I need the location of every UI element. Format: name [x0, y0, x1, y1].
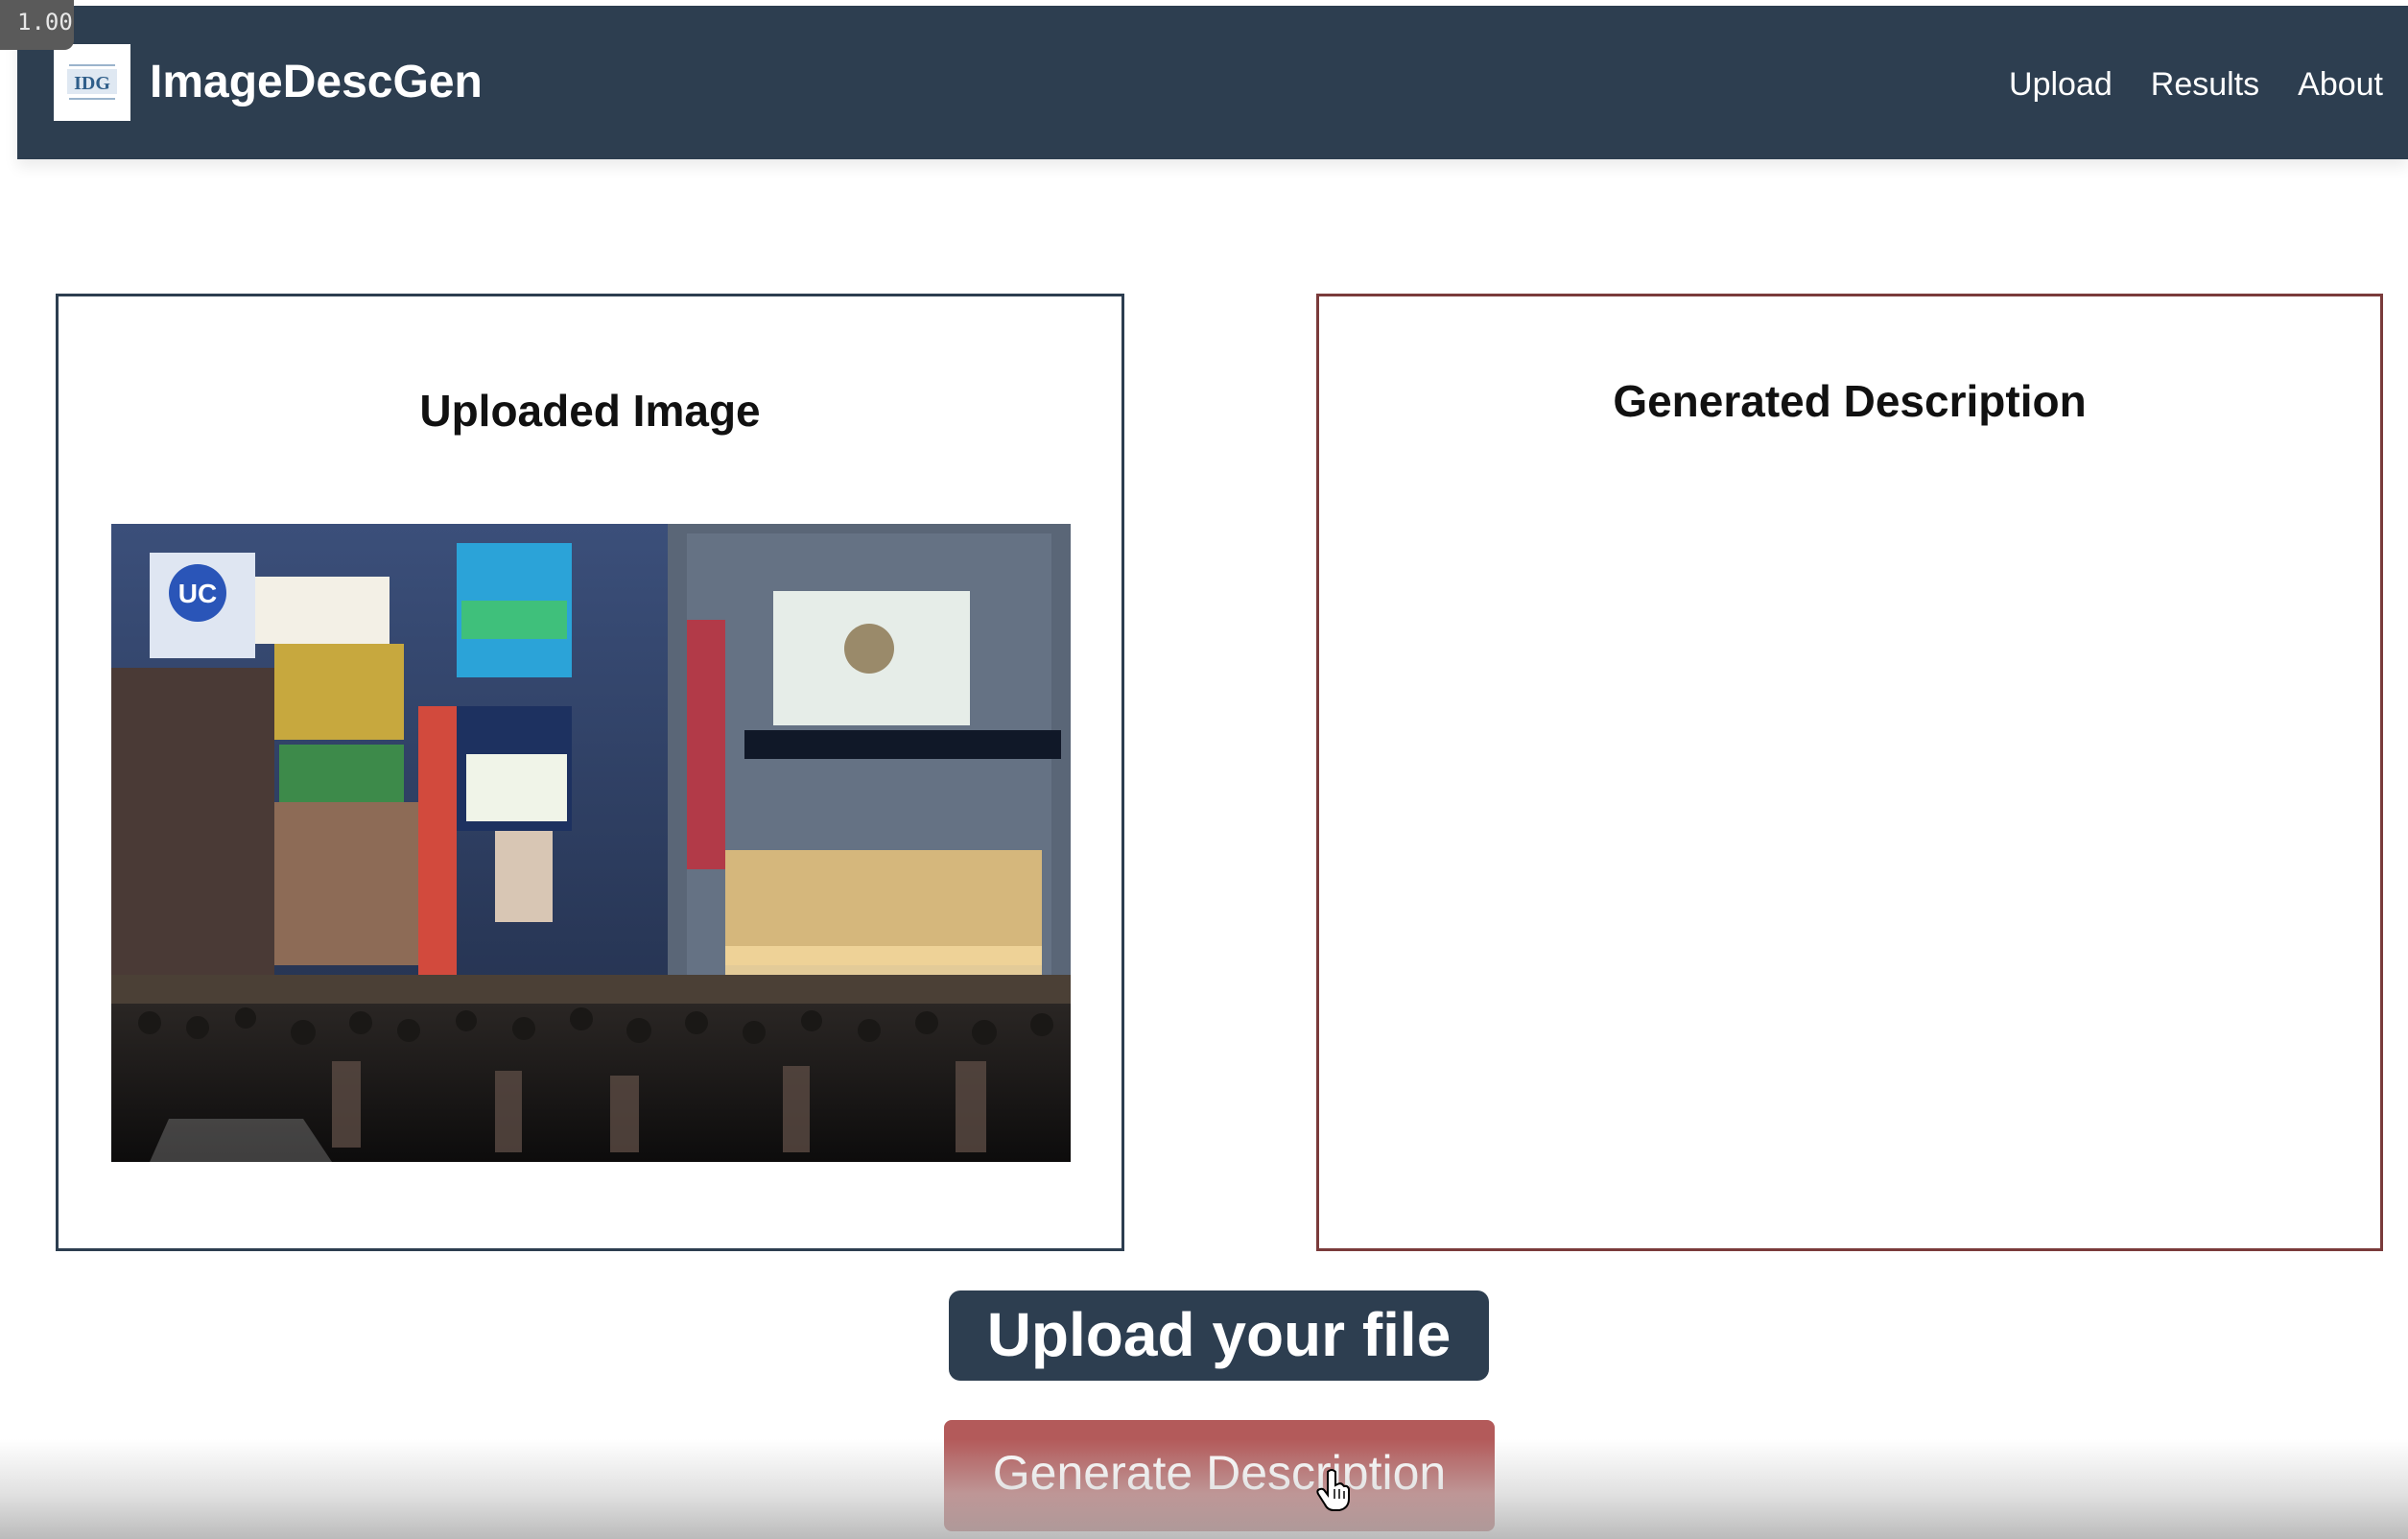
logo-icon: IDG — [54, 44, 130, 121]
nav-link-results[interactable]: Results — [2151, 59, 2259, 109]
top-navbar: IDG ImageDescGen Upload Results About — [17, 6, 2408, 159]
uploaded-image-panel: Uploaded Image UC — [56, 294, 1124, 1251]
svg-text:IDG: IDG — [74, 73, 110, 94]
generated-description-title: Generated Description — [1613, 376, 2087, 426]
generated-description-panel: Generated Description — [1316, 294, 2383, 1251]
uploaded-image-preview: UC — [111, 524, 1071, 1162]
app-logo[interactable]: IDG — [54, 44, 130, 121]
city-crossing-image: UC — [111, 524, 1071, 1162]
uploaded-image-title: Uploaded Image — [419, 386, 761, 436]
nav-link-about[interactable]: About — [2298, 59, 2383, 109]
zoom-level-badge: 1.00 — [0, 0, 74, 50]
nav-link-upload[interactable]: Upload — [2009, 59, 2113, 109]
brand-name[interactable]: ImageDescGen — [150, 52, 483, 113]
svg-text:UC: UC — [178, 579, 217, 608]
hand-cursor-icon — [1316, 1469, 1350, 1511]
upload-file-button[interactable]: Upload your file — [949, 1290, 1489, 1381]
nav-links: Upload Results About — [2009, 59, 2383, 109]
generate-description-button[interactable]: Generate Description — [944, 1420, 1495, 1531]
